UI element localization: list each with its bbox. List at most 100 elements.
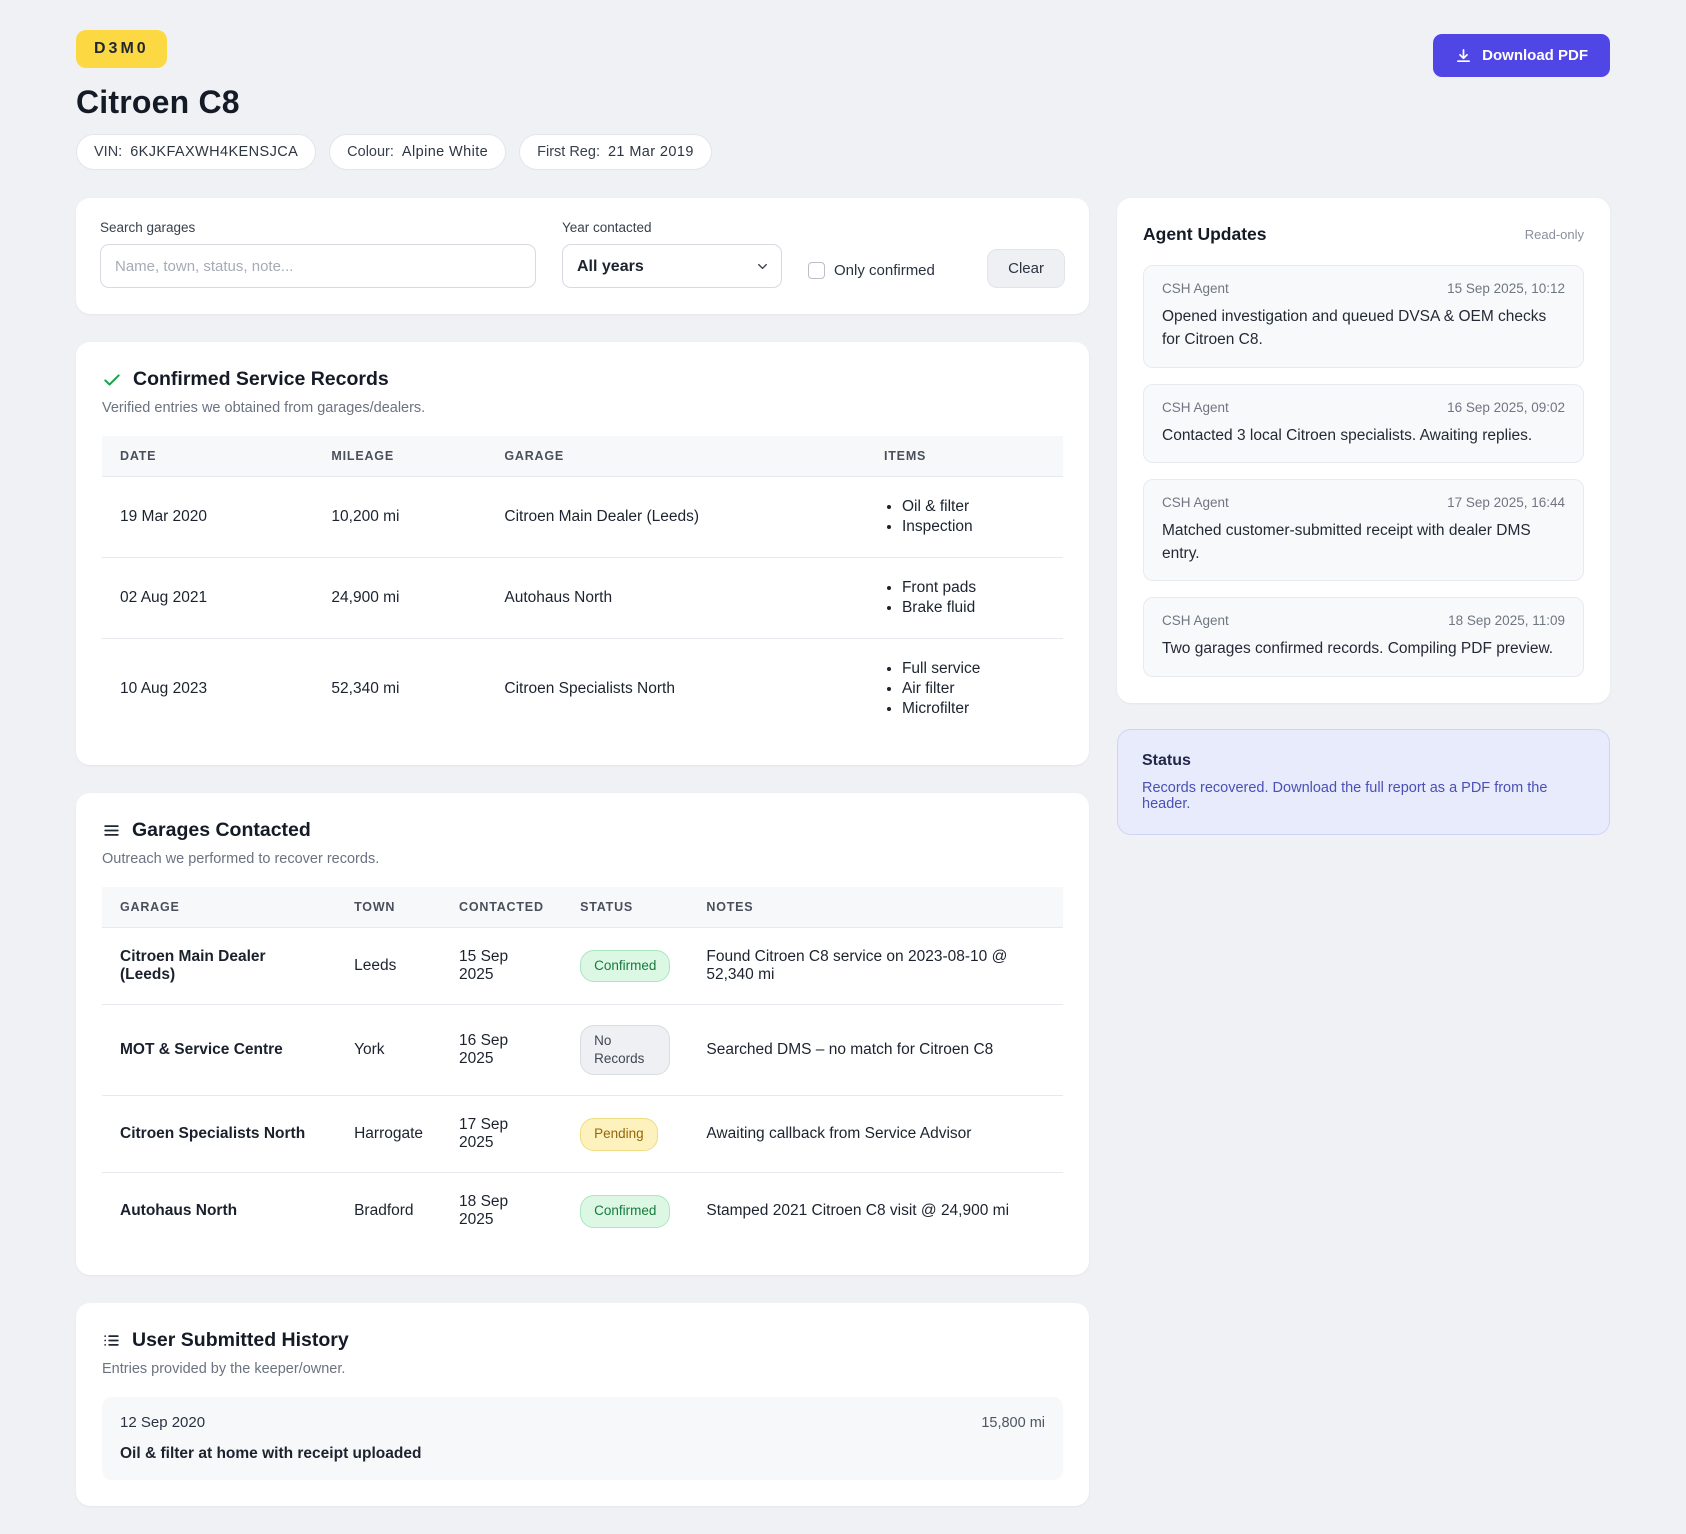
- column-header-notes: NOTES: [688, 887, 1063, 928]
- sidebar: Agent Updates Read-only CSH Agent 15 Sep…: [1117, 198, 1610, 835]
- search-garages-field: Search garages: [100, 220, 536, 288]
- cell-date: 19 Mar 2020: [102, 477, 313, 558]
- table-row: Citroen Specialists North Harrogate 17 S…: [102, 1096, 1063, 1173]
- items-list: Front pads Brake fluid: [884, 578, 1045, 618]
- only-confirmed-checkbox[interactable]: [808, 262, 825, 279]
- first-reg-chip-label: First Reg:: [537, 144, 600, 160]
- update-text: Two garages confirmed records. Compiling…: [1162, 637, 1565, 660]
- clear-button[interactable]: Clear: [987, 249, 1065, 288]
- cell-status: Confirmed: [562, 928, 688, 1005]
- update-text: Contacted 3 local Citroen specialists. A…: [1162, 424, 1565, 447]
- vin-chip-label: VIN:: [94, 144, 122, 160]
- demo-badge: D3M0: [76, 30, 167, 68]
- user-history-card: User Submitted History Entries provided …: [76, 1303, 1089, 1506]
- table-header-row: DATE MILEAGE GARAGE ITEMS: [102, 436, 1063, 477]
- status-badge: No Records: [580, 1025, 670, 1075]
- list-item: CSH Agent 17 Sep 2025, 16:44 Matched cus…: [1143, 479, 1584, 582]
- entry-note: Oil & filter at home with receipt upload…: [120, 1445, 1045, 1463]
- status-badge: Confirmed: [580, 1195, 670, 1227]
- update-author: CSH Agent: [1162, 400, 1229, 415]
- cell-garage: Autohaus North: [486, 558, 866, 639]
- search-garages-label: Search garages: [100, 220, 536, 235]
- column-header-status: STATUS: [562, 887, 688, 928]
- agent-updates-card: Agent Updates Read-only CSH Agent 15 Sep…: [1117, 198, 1610, 703]
- search-input[interactable]: [100, 244, 536, 288]
- update-timestamp: 17 Sep 2025, 16:44: [1447, 495, 1565, 510]
- item: Oil & filter: [902, 497, 1045, 517]
- cell-notes: Awaiting callback from Service Advisor: [688, 1096, 1063, 1173]
- vin-chip-value: 6KJKFAXWH4KENSJCA: [130, 144, 298, 160]
- column-header-town: TOWN: [336, 887, 441, 928]
- update-text: Opened investigation and queued DVSA & O…: [1162, 305, 1565, 352]
- cell-notes: Stamped 2021 Citroen C8 visit @ 24,900 m…: [688, 1173, 1063, 1250]
- vin-chip: VIN: 6KJKFAXWH4KENSJCA: [76, 134, 316, 170]
- user-history-subtitle: Entries provided by the keeper/owner.: [102, 1361, 1063, 1377]
- entry-date: 12 Sep 2020: [120, 1414, 205, 1431]
- cell-status: Confirmed: [562, 1173, 688, 1250]
- list-item: CSH Agent 16 Sep 2025, 09:02 Contacted 3…: [1143, 384, 1584, 463]
- cell-garage: Citroen Main Dealer (Leeds): [102, 928, 336, 1005]
- cell-town: Harrogate: [336, 1096, 441, 1173]
- table-row: MOT & Service Centre York 16 Sep 2025 No…: [102, 1005, 1063, 1096]
- cell-garage: Citroen Specialists North: [102, 1096, 336, 1173]
- garages-contacted-table: GARAGE TOWN CONTACTED STATUS NOTES Citro…: [102, 887, 1063, 1249]
- item: Inspection: [902, 517, 1045, 537]
- confirmed-records-title: Confirmed Service Records: [133, 368, 389, 391]
- items-list: Full service Air filter Microfilter: [884, 659, 1045, 719]
- page-root: D3M0 Citroen C8 VIN: 6KJKFAXWH4KENSJCA C…: [0, 0, 1686, 1534]
- garages-contacted-title: Garages Contacted: [132, 819, 311, 842]
- column-header-items: ITEMS: [866, 436, 1063, 477]
- cell-items: Full service Air filter Microfilter: [866, 639, 1063, 740]
- vehicle-header: D3M0 Citroen C8 VIN: 6KJKFAXWH4KENSJCA C…: [76, 30, 712, 170]
- cell-garage: MOT & Service Centre: [102, 1005, 336, 1096]
- items-list: Oil & filter Inspection: [884, 497, 1045, 537]
- item: Brake fluid: [902, 598, 1045, 618]
- confirmed-records-card: Confirmed Service Records Verified entri…: [76, 342, 1089, 765]
- first-reg-chip: First Reg: 21 Mar 2019: [519, 134, 712, 170]
- cell-garage: Citroen Main Dealer (Leeds): [486, 477, 866, 558]
- download-icon: [1455, 47, 1472, 64]
- status-badge: Confirmed: [580, 950, 670, 982]
- cell-contacted: 16 Sep 2025: [441, 1005, 562, 1096]
- table-row: Citroen Main Dealer (Leeds) Leeds 15 Sep…: [102, 928, 1063, 1005]
- cell-status: Pending: [562, 1096, 688, 1173]
- colour-chip-value: Alpine White: [402, 144, 488, 160]
- cell-mileage: 52,340 mi: [313, 639, 486, 740]
- status-panel-text: Records recovered. Download the full rep…: [1142, 780, 1585, 812]
- item: Air filter: [902, 679, 1045, 699]
- cell-town: Leeds: [336, 928, 441, 1005]
- vehicle-chips: VIN: 6KJKFAXWH4KENSJCA Colour: Alpine Wh…: [76, 134, 712, 170]
- readonly-label: Read-only: [1525, 227, 1584, 242]
- colour-chip: Colour: Alpine White: [329, 134, 506, 170]
- filter-card: Search garages Year contacted All years: [76, 198, 1089, 314]
- cell-mileage: 10,200 mi: [313, 477, 486, 558]
- update-timestamp: 15 Sep 2025, 10:12: [1447, 281, 1565, 296]
- year-select[interactable]: All years: [562, 244, 782, 288]
- cell-items: Front pads Brake fluid: [866, 558, 1063, 639]
- cell-town: York: [336, 1005, 441, 1096]
- list-item: 12 Sep 2020 15,800 mi Oil & filter at ho…: [102, 1397, 1063, 1480]
- cell-contacted: 18 Sep 2025: [441, 1173, 562, 1250]
- download-pdf-button[interactable]: Download PDF: [1433, 34, 1610, 77]
- cell-contacted: 15 Sep 2025: [441, 928, 562, 1005]
- column-header-mileage: MILEAGE: [313, 436, 486, 477]
- cell-notes: Searched DMS – no match for Citroen C8: [688, 1005, 1063, 1096]
- confirmed-records-subtitle: Verified entries we obtained from garage…: [102, 400, 1063, 416]
- check-icon: [102, 370, 122, 390]
- page-title: Citroen C8: [76, 84, 712, 121]
- item: Front pads: [902, 578, 1045, 598]
- table-row: 19 Mar 2020 10,200 mi Citroen Main Deale…: [102, 477, 1063, 558]
- list-item: CSH Agent 15 Sep 2025, 10:12 Opened inve…: [1143, 265, 1584, 368]
- item: Microfilter: [902, 699, 1045, 719]
- update-author: CSH Agent: [1162, 281, 1229, 296]
- year-contacted-label: Year contacted: [562, 220, 782, 235]
- cell-town: Bradford: [336, 1173, 441, 1250]
- update-timestamp: 18 Sep 2025, 11:09: [1448, 613, 1565, 628]
- menu-lines-icon: [102, 821, 121, 840]
- cell-mileage: 24,900 mi: [313, 558, 486, 639]
- status-badge: Pending: [580, 1118, 658, 1150]
- only-confirmed-checkbox-group[interactable]: Only confirmed: [808, 262, 935, 279]
- confirmed-records-table: DATE MILEAGE GARAGE ITEMS 19 Mar 2020 10…: [102, 436, 1063, 739]
- garages-contacted-card: Garages Contacted Outreach we performed …: [76, 793, 1089, 1275]
- agent-updates-title: Agent Updates: [1143, 224, 1266, 245]
